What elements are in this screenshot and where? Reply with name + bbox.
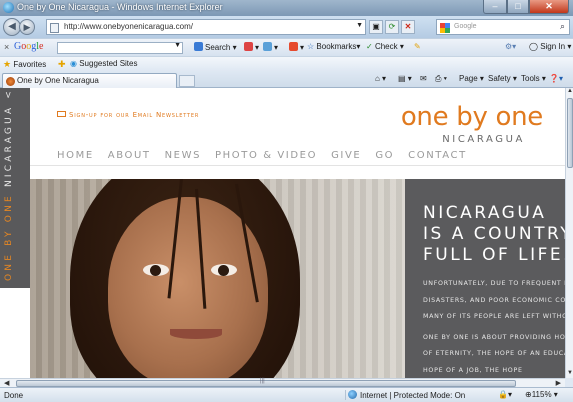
stop-icon[interactable]: ✕ xyxy=(401,20,415,34)
page-icon xyxy=(50,23,59,33)
newsletter-signup-link[interactable]: Sign-up for our Email Newsletter xyxy=(57,111,199,119)
hero-photo-eye-right xyxy=(211,264,237,276)
security-zone[interactable]: Internet | Protected Mode: On xyxy=(345,390,465,400)
address-dropdown-icon[interactable]: ▼ xyxy=(356,22,363,29)
scroll-down-icon[interactable]: ▼ xyxy=(566,370,573,378)
chevron-down-icon[interactable]: ▼ xyxy=(174,42,181,49)
site-nav: HOME ABOUT NEWS PHOTO & VIDEO GIVE GO CO… xyxy=(57,150,467,161)
star-icon: ☆ xyxy=(307,42,315,51)
site-logo-subtitle: NICARAGUA xyxy=(442,134,525,145)
new-tab-button[interactable] xyxy=(179,75,195,87)
favorites-button[interactable]: ★ Favorites xyxy=(3,59,46,70)
vertical-scroll-thumb[interactable] xyxy=(567,98,573,168)
mail-icon[interactable]: ✉ xyxy=(420,74,427,83)
scroll-grip-icon: ||| xyxy=(260,378,265,384)
title-bar: One by One Nicaragua - Windows Internet … xyxy=(0,0,573,16)
search-icon xyxy=(194,42,203,51)
status-bar: Done Internet | Protected Mode: On 🔒▾ ⊕1… xyxy=(0,387,573,402)
toolbar-signin-button[interactable]: ◯ Sign In ▾ xyxy=(529,42,571,51)
zoom-level[interactable]: ⊕115% ▾ xyxy=(525,390,558,399)
site-logo[interactable]: one by one xyxy=(401,102,543,132)
window-controls: – □ ✕ xyxy=(483,0,569,15)
nav-news[interactable]: NEWS xyxy=(165,150,201,161)
toolbar-pagerank-icon[interactable]: ▾ xyxy=(289,42,304,52)
hero-headline: NICARAGUA IS A COUNTRY FULL OF LIFE. xyxy=(423,203,565,265)
search-placeholder[interactable]: Google xyxy=(454,23,477,30)
hero-photo xyxy=(30,179,405,378)
tab-row: One by One Nicaragua ⌂ ▾ ▤ ▾ ✉ ⎙ ▾ Page … xyxy=(0,71,573,88)
toolbar-search-input[interactable]: ▼ xyxy=(57,42,183,54)
security-settings-icon[interactable]: 🔒▾ xyxy=(498,390,512,399)
scroll-left-icon[interactable]: ◀ xyxy=(4,379,9,387)
scroll-up-icon[interactable]: ▲ xyxy=(566,88,573,96)
window-title: One by One Nicaragua - Windows Internet … xyxy=(17,2,223,12)
compatibility-icon[interactable]: ▣ xyxy=(369,20,383,34)
suggested-sites-icon: ◉ xyxy=(70,59,77,68)
globe-icon xyxy=(348,390,357,399)
nav-go[interactable]: GO xyxy=(375,150,394,161)
ie-logo-icon xyxy=(3,2,14,13)
toolbar-share-icon[interactable]: ▾ xyxy=(263,42,278,52)
url-text[interactable]: http://www.onebyonenicaragua.com/ xyxy=(64,22,193,31)
favorites-star-icon: ★ xyxy=(3,59,12,69)
safety-menu[interactable]: Safety ▾ xyxy=(488,74,517,83)
hero-text-panel: NICARAGUA IS A COUNTRY FULL OF LIFE. Unf… xyxy=(405,179,565,378)
tools-menu[interactable]: Tools ▾ xyxy=(521,74,546,83)
favorites-bar: ★ Favorites ✚ ◉ Suggested Sites xyxy=(0,56,573,71)
horizontal-scroll-thumb[interactable] xyxy=(16,380,516,387)
nav-give[interactable]: GIVE xyxy=(331,150,361,161)
nav-divider xyxy=(30,165,565,166)
scroll-right-icon[interactable]: ▶ xyxy=(556,379,561,387)
hero-photo-mouth xyxy=(170,329,222,339)
nav-about[interactable]: ABOUT xyxy=(108,150,151,161)
tab-one-by-one[interactable]: One by One Nicaragua xyxy=(2,73,177,88)
toolbar-search-button[interactable]: Search ▾ xyxy=(194,42,237,52)
address-bar[interactable]: http://www.onebyonenicaragua.com/ ▼ xyxy=(46,19,366,35)
toolbar-check-button[interactable]: ✓ Check ▾ xyxy=(366,42,404,51)
help-icon[interactable]: ❓▾ xyxy=(549,74,563,83)
spellcheck-icon: ✓ xyxy=(366,42,373,51)
toolbar-bookmarks-button[interactable]: ☆ Bookmarks▾ xyxy=(307,42,360,51)
hero-body: Unfortunately, due to frequent natural d… xyxy=(423,280,565,374)
nav-photo-video[interactable]: PHOTO & VIDEO xyxy=(215,150,317,161)
toolbar-close-icon[interactable]: × xyxy=(4,42,9,52)
add-favorite-icon[interactable]: ✚ xyxy=(58,59,66,70)
vertical-brand-text: ONE BY ONE NICARAGUA < xyxy=(4,88,14,281)
site-favicon-icon xyxy=(6,77,15,86)
home-icon[interactable]: ⌂ ▾ xyxy=(375,74,386,83)
nav-contact[interactable]: CONTACT xyxy=(408,150,467,161)
nav-home[interactable]: HOME xyxy=(57,150,94,161)
toolbar-popup-icon[interactable]: ▾ xyxy=(244,42,259,52)
vertical-brand-bar: ONE BY ONE NICARAGUA < xyxy=(0,88,30,288)
suggested-sites-link[interactable]: ◉ Suggested Sites xyxy=(70,59,137,68)
google-toolbar: × Google ▼ Search ▾ ▾ ▾ ▾ ☆ Bookmarks▾ ✓… xyxy=(0,38,573,56)
vertical-scrollbar[interactable]: ▲ ▼ xyxy=(565,88,573,378)
minimize-button[interactable]: – xyxy=(483,0,507,14)
search-box[interactable]: Google ⌕ xyxy=(436,19,570,35)
hero-photo-eye-left xyxy=(143,264,169,276)
highlight-icon[interactable]: ✎ xyxy=(414,42,421,51)
print-icon[interactable]: ⎙ ▾ xyxy=(435,74,447,84)
envelope-icon xyxy=(57,111,66,117)
address-row: ◀ ▶ http://www.onebyonenicaragua.com/ ▼ … xyxy=(0,16,573,38)
google-icon xyxy=(440,23,450,33)
search-icon[interactable]: ⌕ xyxy=(560,21,565,32)
close-button[interactable]: ✕ xyxy=(529,0,569,14)
maximize-button[interactable]: □ xyxy=(507,0,529,14)
status-text: Done xyxy=(4,391,24,400)
wrench-icon[interactable]: ⚙▾ xyxy=(505,42,516,51)
google-logo: Google xyxy=(14,41,44,52)
tab-label: One by One Nicaragua xyxy=(17,76,99,85)
horizontal-scrollbar[interactable]: ◀ ||| ▶ xyxy=(0,378,565,387)
page-menu[interactable]: Page ▾ xyxy=(459,74,484,83)
page-viewport: ONE BY ONE NICARAGUA < Sign-up for our E… xyxy=(0,88,565,378)
feeds-icon[interactable]: ▤ ▾ xyxy=(398,74,412,83)
forward-button[interactable]: ▶ xyxy=(19,19,35,35)
refresh-icon[interactable]: ⟳ xyxy=(385,20,399,34)
